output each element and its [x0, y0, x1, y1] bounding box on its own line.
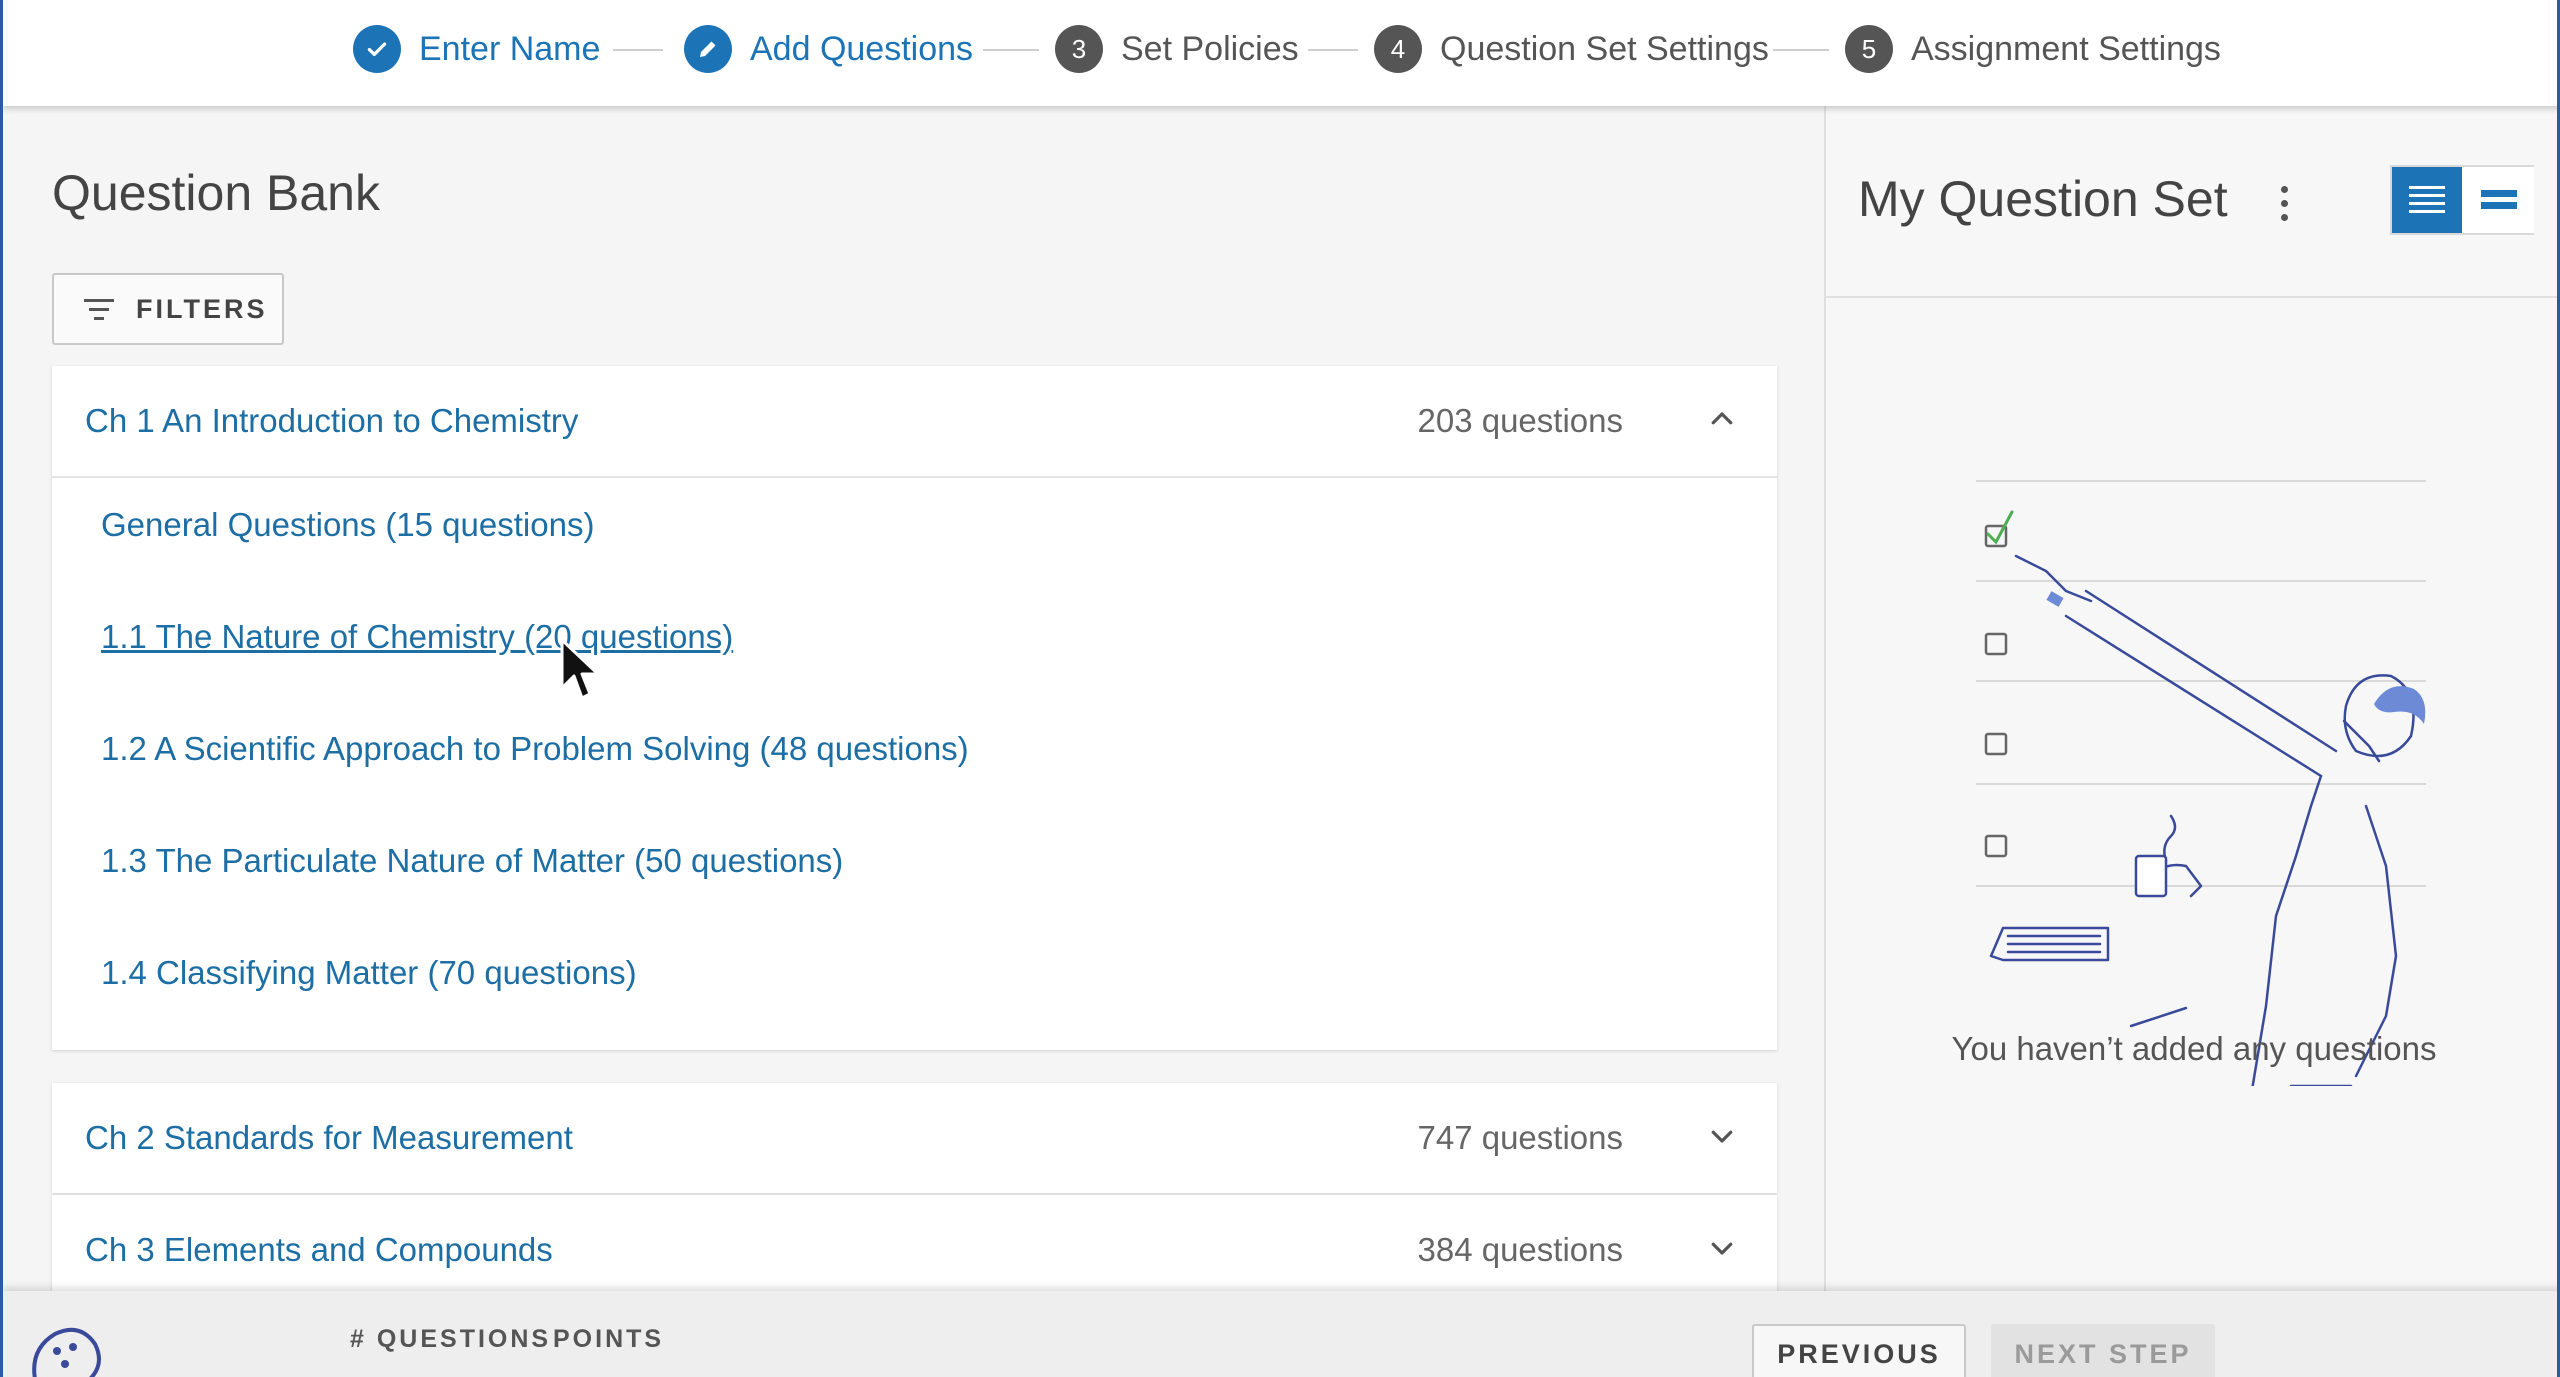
step-label: Set Policies: [1121, 29, 1299, 68]
panel-title: My Question Set: [1858, 171, 2228, 227]
divider: [52, 476, 1777, 478]
filters-label: FILTERS: [136, 293, 268, 324]
step-connector: [1308, 49, 1358, 51]
step-assignment-settings[interactable]: 5 Assignment Settings: [1845, 23, 2221, 75]
chapter-title: Ch 1 An Introduction to Chemistry: [85, 402, 579, 439]
next-step-button[interactable]: NEXT STEP: [1991, 1324, 2215, 1377]
divider: [1826, 296, 2557, 298]
step-label: Add Questions: [750, 29, 974, 68]
app-window: Enter Name Add Questions 3 Set Policies …: [0, 0, 2560, 1377]
previous-button[interactable]: PREVIOUS: [1752, 1324, 1966, 1377]
progress-stepper: Enter Name Add Questions 3 Set Policies …: [3, 0, 2557, 106]
points-label: POINTS: [553, 1325, 665, 1353]
step-question-set-settings[interactable]: 4 Question Set Settings: [1374, 23, 1769, 75]
step-connector: [983, 49, 1039, 51]
view-mode-toggle: [2390, 165, 2534, 235]
section-link[interactable]: 1.2 A Scientific Approach to Problem Sol…: [101, 730, 969, 768]
mouse-cursor-icon: [560, 638, 600, 700]
questions-count-label: # QUESTIONS: [350, 1325, 552, 1353]
chapter-title: Ch 2 Standards for Measurement: [85, 1119, 573, 1156]
chevron-down-icon[interactable]: [1707, 1233, 1737, 1263]
section-link[interactable]: 1.1 The Nature of Chemistry (20 question…: [101, 618, 733, 656]
pencil-icon: [684, 25, 732, 73]
filter-icon: [82, 297, 116, 321]
chapter-question-count: 203 questions: [1417, 402, 1624, 439]
chevron-up-icon[interactable]: [1707, 404, 1737, 434]
chevron-down-icon[interactable]: [1707, 1121, 1737, 1151]
check-icon: [353, 25, 401, 73]
step-label: Question Set Settings: [1440, 29, 1769, 68]
step-add-questions[interactable]: Add Questions: [684, 23, 973, 75]
chapter-card-ch1: Ch 1 An Introduction to Chemistry 203 qu…: [52, 366, 1777, 1050]
list-icon: [2409, 186, 2445, 213]
page-title: Question Bank: [52, 165, 380, 221]
step-number-badge: 3: [1055, 25, 1103, 73]
question-set-panel: My Question Set You haven’t added any qu…: [1824, 106, 2557, 1291]
step-label: Assignment Settings: [1911, 29, 2221, 68]
chapter-card-ch2: Ch 2 Standards for Measurement 747 quest…: [52, 1083, 1777, 1193]
step-label: Enter Name: [419, 29, 601, 68]
section-link[interactable]: 1.3 The Particulate Nature of Matter (50…: [101, 842, 843, 880]
step-connector: [1773, 49, 1829, 51]
footer-bar: # QUESTIONS POINTS PREVIOUS NEXT STEP: [3, 1291, 2557, 1377]
filters-button[interactable]: FILTERS: [52, 273, 284, 345]
section-link[interactable]: General Questions (15 questions): [101, 506, 594, 544]
chapter-question-count: 747 questions: [1417, 1119, 1624, 1156]
empty-state-message: You haven’t added any questions: [1951, 1030, 2437, 1067]
step-number-badge: 5: [1845, 25, 1893, 73]
empty-state-illustration: [1976, 480, 2426, 1086]
detailed-list-view-button[interactable]: [2392, 167, 2462, 233]
chapter-question-count: 384 questions: [1417, 1231, 1624, 1268]
compact-list-icon: [2481, 190, 2517, 209]
chapter-header[interactable]: Ch 1 An Introduction to Chemistry 203 qu…: [52, 366, 1777, 476]
chapter-title: Ch 3 Elements and Compounds: [85, 1231, 553, 1268]
step-enter-name[interactable]: Enter Name: [353, 23, 600, 75]
chapter-card-ch3: Ch 3 Elements and Compounds 384 question…: [52, 1195, 1777, 1305]
compact-list-view-button[interactable]: [2464, 167, 2534, 233]
brand-logo-icon: [32, 1327, 101, 1377]
step-number-badge: 4: [1374, 25, 1422, 73]
chapter-header[interactable]: Ch 2 Standards for Measurement 747 quest…: [52, 1083, 1777, 1193]
step-connector: [613, 49, 663, 51]
section-link[interactable]: 1.4 Classifying Matter (70 questions): [101, 954, 637, 992]
chapter-header[interactable]: Ch 3 Elements and Compounds 384 question…: [52, 1195, 1777, 1305]
more-options-icon[interactable]: [2274, 184, 2294, 224]
step-set-policies[interactable]: 3 Set Policies: [1055, 23, 1299, 75]
question-bank-panel: Question Bank FILTERS Ch 1 An Introducti…: [6, 106, 1824, 1305]
